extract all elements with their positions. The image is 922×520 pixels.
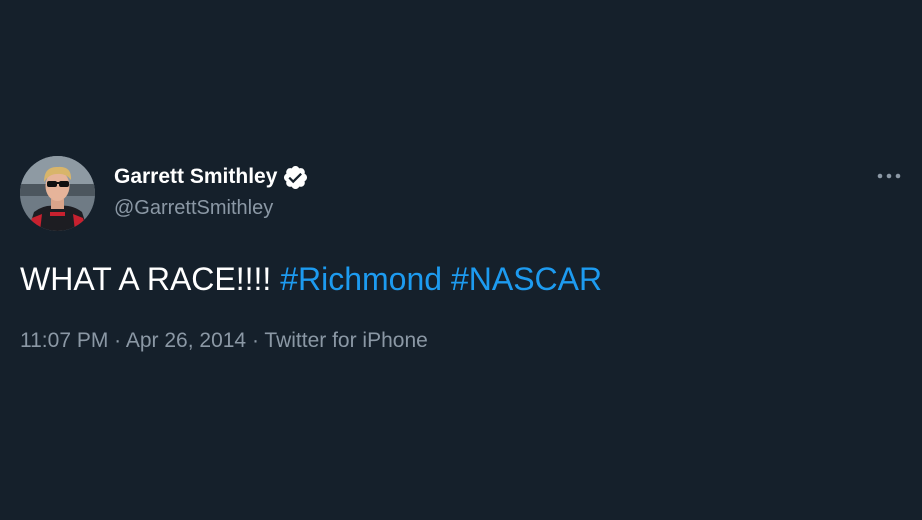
- meta-separator-2: ·: [246, 329, 265, 352]
- meta-separator: ·: [108, 329, 126, 352]
- author-name-row: Garrett Smithley: [114, 163, 309, 191]
- more-options-icon: [877, 173, 901, 179]
- tweet-time[interactable]: 11:07 PM: [20, 329, 108, 352]
- tweet-text: WHAT A RACE!!!! #Richmond #NASCAR: [20, 259, 602, 299]
- hashtag-richmond[interactable]: #Richmond: [280, 261, 442, 297]
- tweet-body-text: WHAT A RACE!!!!: [20, 261, 281, 297]
- author-display-name[interactable]: Garrett Smithley: [114, 163, 277, 191]
- verified-badge-icon: [282, 164, 309, 191]
- tweet-date[interactable]: Apr 26, 2014: [126, 329, 246, 352]
- avatar[interactable]: [20, 156, 95, 231]
- author-handle[interactable]: @GarrettSmithley: [114, 195, 273, 221]
- tweet: Garrett Smithley @GarrettSmithley WHAT A…: [0, 0, 922, 520]
- avatar-image: [20, 156, 95, 231]
- hashtag-nascar[interactable]: #NASCAR: [451, 261, 602, 297]
- tweet-metadata: 11:07 PM · Apr 26, 2014 · Twitter for iP…: [20, 327, 428, 355]
- more-options-button[interactable]: [874, 164, 904, 188]
- tweet-source[interactable]: Twitter for iPhone: [264, 329, 427, 352]
